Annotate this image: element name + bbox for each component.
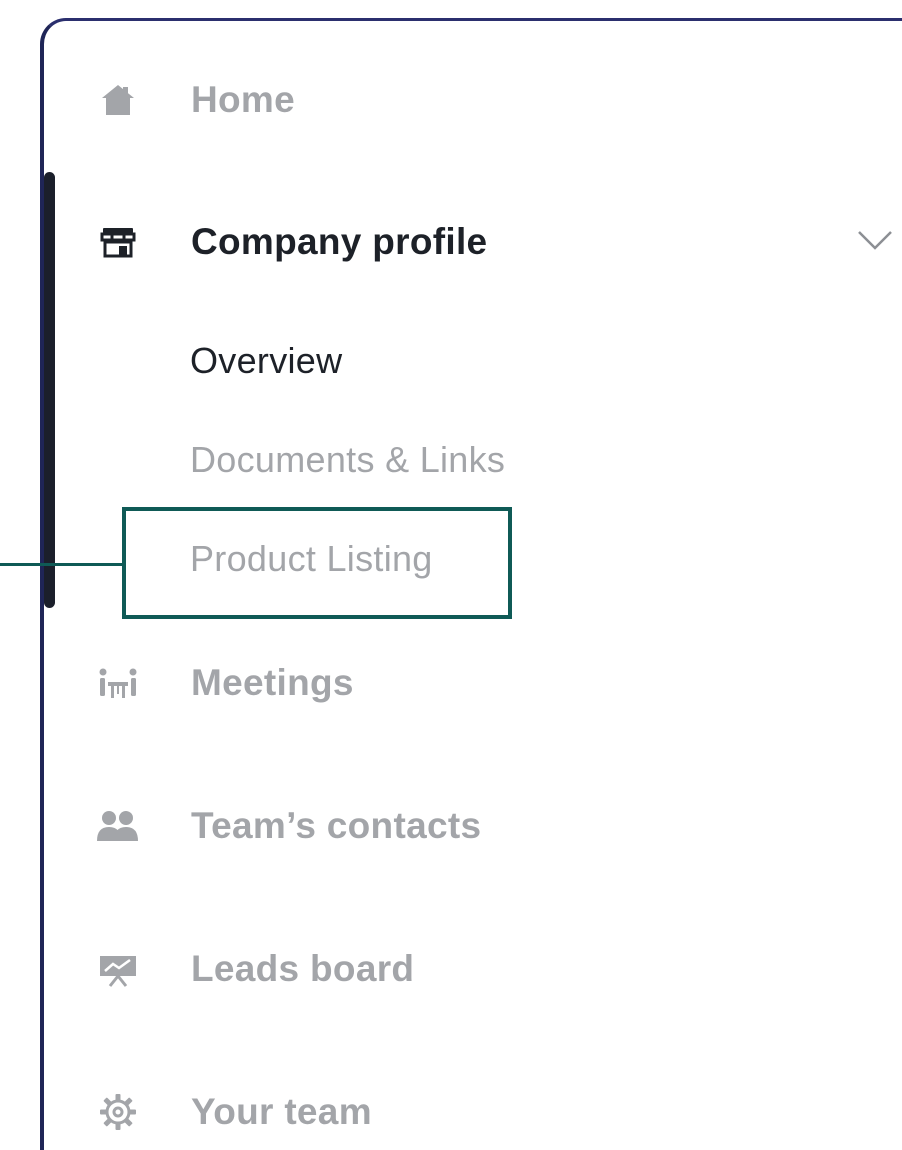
- meeting-table-icon: [95, 660, 141, 706]
- sidebar-item-teams-contacts[interactable]: Team’s contacts: [95, 796, 895, 856]
- sidebar-item-home[interactable]: Home: [95, 70, 895, 130]
- home-icon: [95, 77, 141, 123]
- window-backdrop: [0, 0, 42, 1150]
- sidebar-item-company-profile[interactable]: Company profile: [95, 212, 895, 272]
- sidebar-item-label: Your team: [191, 1091, 372, 1132]
- contacts-icon: [95, 803, 141, 849]
- submenu-item-overview[interactable]: Overview: [190, 333, 342, 389]
- presentation-board-icon: [95, 946, 141, 992]
- sidebar-item-label: Team’s contacts: [191, 805, 482, 846]
- sidebar-item-label: Meetings: [191, 662, 354, 703]
- storefront-icon: [95, 219, 141, 265]
- app-window: Home Company profile Overview Documents …: [0, 0, 902, 1150]
- chevron-down-icon[interactable]: [855, 220, 895, 260]
- sidebar-item-meetings[interactable]: Meetings: [95, 653, 895, 713]
- sidebar-item-label: Home: [191, 79, 295, 120]
- highlight-box: [122, 507, 512, 619]
- sidebar-item-label: Company profile: [191, 221, 488, 262]
- callout-line: [0, 563, 124, 566]
- sidebar-item-leads-board[interactable]: Leads board: [95, 939, 895, 999]
- sidebar-item-label: Leads board: [191, 948, 415, 989]
- active-section-indicator: [44, 172, 55, 608]
- sidebar-item-your-team[interactable]: Your team: [95, 1082, 895, 1142]
- submenu-item-documents-links[interactable]: Documents & Links: [190, 432, 505, 488]
- gear-icon: [95, 1089, 141, 1135]
